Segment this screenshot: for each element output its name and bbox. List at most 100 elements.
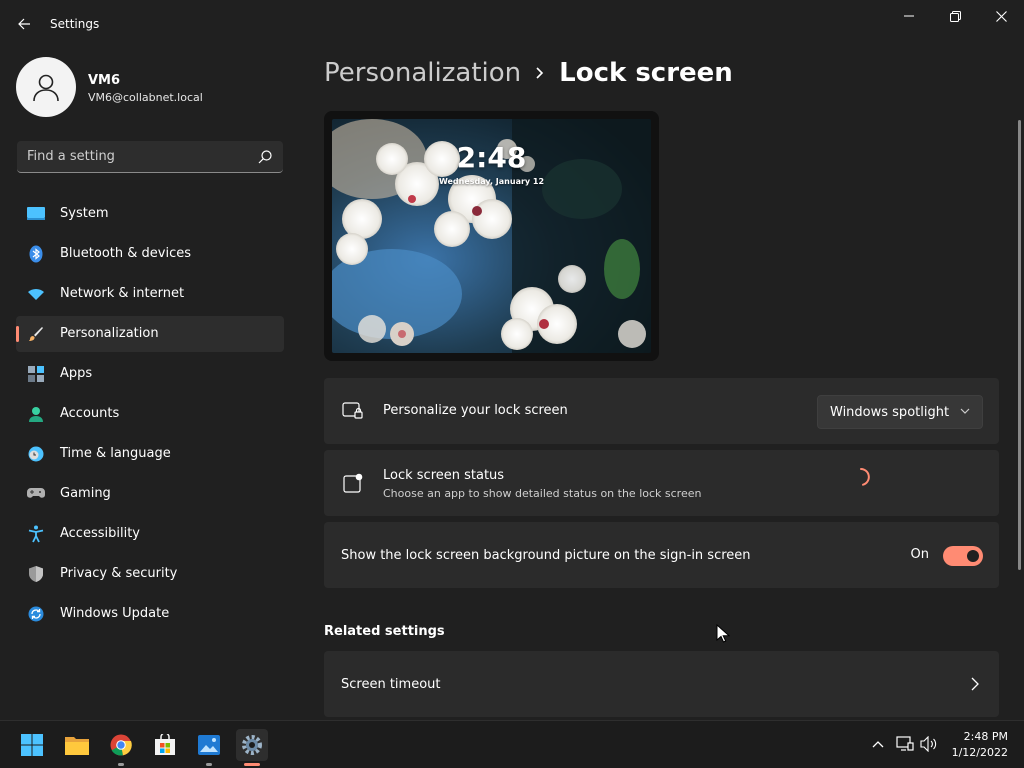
page-title: Lock screen bbox=[559, 58, 733, 88]
chevron-down-icon bbox=[960, 408, 970, 414]
signin-background-title: Show the lock screen background picture … bbox=[341, 548, 751, 563]
sidebar-item-label: Personalization bbox=[60, 326, 159, 341]
sidebar-item-label: Apps bbox=[60, 366, 93, 381]
taskbar-settings[interactable] bbox=[236, 729, 268, 766]
photos-icon bbox=[198, 735, 220, 755]
sidebar-item-label: Time & language bbox=[60, 446, 171, 461]
breadcrumb-parent[interactable]: Personalization bbox=[324, 58, 521, 88]
sidebar-item-personalization[interactable]: Personalization bbox=[16, 316, 284, 352]
brush-icon bbox=[27, 325, 45, 343]
mouse-cursor-icon bbox=[716, 624, 730, 643]
toggle-knob bbox=[967, 550, 979, 562]
sidebar-nav: System Bluetooth & devices Network & int… bbox=[16, 196, 284, 636]
lock-screen-preview-image: 2:48 Wednesday, January 12 bbox=[332, 119, 651, 353]
search-box bbox=[17, 141, 283, 173]
lock-screen-image-icon bbox=[342, 400, 364, 422]
signin-background-toggle[interactable] bbox=[943, 546, 983, 566]
lock-screen-status-card: Lock screen status Choose an app to show… bbox=[324, 450, 999, 516]
taskbar-file-explorer[interactable] bbox=[61, 729, 93, 761]
taskbar-clock[interactable]: 2:48 PM 1/12/2022 bbox=[952, 729, 1008, 761]
close-button[interactable] bbox=[978, 0, 1024, 32]
taskbar-store[interactable] bbox=[149, 729, 181, 761]
sidebar-item-system[interactable]: System bbox=[16, 196, 284, 232]
sidebar-item-label: Windows Update bbox=[60, 606, 170, 621]
active-indicator bbox=[244, 763, 260, 766]
sidebar-item-label: System bbox=[60, 206, 109, 221]
app-title: Settings bbox=[50, 17, 100, 31]
taskbar: 2:48 PM 1/12/2022 bbox=[0, 720, 1024, 768]
gamepad-icon bbox=[27, 485, 45, 503]
network-tray-button[interactable] bbox=[896, 735, 914, 753]
breadcrumb: Personalization Lock screen bbox=[324, 58, 733, 88]
person-icon bbox=[27, 405, 45, 423]
minimize-button[interactable] bbox=[886, 0, 932, 32]
sidebar-item-label: Network & internet bbox=[60, 286, 185, 301]
user-name: VM6 bbox=[88, 73, 121, 88]
sidebar-item-apps[interactable]: Apps bbox=[16, 356, 284, 392]
monitor-icon bbox=[27, 205, 45, 223]
update-icon bbox=[27, 605, 45, 623]
sidebar-item-label: Accounts bbox=[60, 406, 120, 421]
accessibility-icon bbox=[27, 525, 45, 543]
sidebar-item-time-language[interactable]: Time & language bbox=[16, 436, 284, 472]
sidebar-item-label: Bluetooth & devices bbox=[60, 246, 191, 261]
speaker-icon bbox=[920, 736, 937, 752]
start-icon bbox=[21, 734, 43, 756]
taskbar-photos[interactable] bbox=[193, 729, 225, 766]
lock-screen-status-subtitle: Choose an app to show detailed status on… bbox=[383, 487, 702, 500]
show-hidden-icons-button[interactable] bbox=[869, 735, 887, 753]
back-button[interactable] bbox=[10, 10, 38, 38]
chevron-up-icon bbox=[872, 741, 884, 748]
lock-screen-date: Wednesday, January 12 bbox=[438, 177, 545, 186]
avatar[interactable] bbox=[16, 57, 76, 117]
sidebar-item-windows-update[interactable]: Windows Update bbox=[16, 596, 284, 632]
user-email: VM6@collabnet.local bbox=[88, 91, 203, 104]
lock-screen-time: 2:48 bbox=[456, 141, 527, 174]
toggle-state-label: On bbox=[910, 547, 929, 562]
settings-icon bbox=[242, 735, 262, 755]
taskbar-chrome[interactable] bbox=[105, 729, 137, 766]
lock-screen-preview: 2:48 Wednesday, January 12 bbox=[324, 111, 659, 361]
minimize-icon bbox=[904, 15, 914, 17]
search-input[interactable] bbox=[17, 141, 247, 172]
shield-icon bbox=[27, 565, 45, 583]
bluetooth-icon bbox=[27, 245, 45, 263]
store-icon bbox=[155, 734, 175, 755]
sidebar-item-accounts[interactable]: Accounts bbox=[16, 396, 284, 432]
personalize-lock-screen-title: Personalize your lock screen bbox=[383, 403, 568, 418]
clock-globe-icon bbox=[27, 445, 45, 463]
person-avatar-icon bbox=[33, 74, 59, 102]
network-wired-icon bbox=[896, 736, 914, 751]
volume-tray-button[interactable] bbox=[920, 735, 938, 753]
scrollbar[interactable] bbox=[1018, 120, 1021, 570]
lock-screen-background-dropdown[interactable]: Windows spotlight bbox=[817, 395, 983, 429]
screen-timeout-link[interactable]: Screen timeout bbox=[324, 651, 999, 717]
sidebar-item-label: Privacy & security bbox=[60, 566, 178, 581]
clock-time: 2:48 PM bbox=[963, 730, 1008, 743]
running-indicator bbox=[118, 763, 124, 766]
loading-spinner-icon bbox=[860, 468, 870, 486]
clock-date: 1/12/2022 bbox=[951, 746, 1008, 759]
dropdown-selected-value: Windows spotlight bbox=[830, 404, 950, 420]
lock-screen-status-title: Lock screen status bbox=[383, 468, 505, 483]
sidebar-item-accessibility[interactable]: Accessibility bbox=[16, 516, 284, 552]
sidebar-item-network[interactable]: Network & internet bbox=[16, 276, 284, 312]
sidebar-item-gaming[interactable]: Gaming bbox=[16, 476, 284, 512]
sidebar-item-label: Gaming bbox=[60, 486, 111, 501]
sidebar-item-label: Accessibility bbox=[60, 526, 140, 541]
related-settings-header: Related settings bbox=[324, 624, 445, 639]
search-icon[interactable] bbox=[257, 149, 273, 165]
sidebar-item-privacy[interactable]: Privacy & security bbox=[16, 556, 284, 592]
back-arrow-icon bbox=[18, 18, 30, 30]
start-button[interactable] bbox=[16, 729, 48, 761]
wifi-icon bbox=[27, 285, 45, 303]
status-app-icon bbox=[342, 472, 364, 494]
restore-icon bbox=[949, 10, 961, 22]
signin-background-card: Show the lock screen background picture … bbox=[324, 522, 999, 588]
chrome-icon bbox=[110, 734, 132, 756]
restore-button[interactable] bbox=[932, 0, 978, 32]
chevron-right-icon bbox=[971, 677, 979, 691]
chevron-right-icon bbox=[535, 66, 545, 80]
screen-timeout-label: Screen timeout bbox=[341, 677, 441, 692]
sidebar-item-bluetooth[interactable]: Bluetooth & devices bbox=[16, 236, 284, 272]
